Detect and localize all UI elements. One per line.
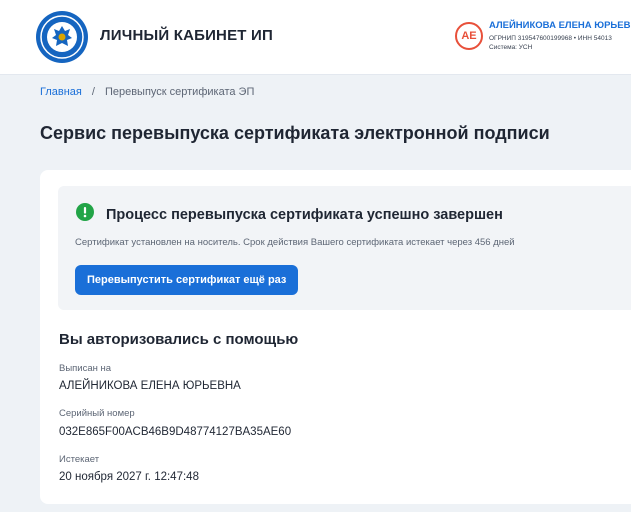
success-title: Процесс перевыпуска сертификата успешно …: [106, 207, 503, 223]
page-title: Сервис перевыпуска сертификата электронн…: [40, 123, 550, 143]
breadcrumb-current: Перевыпуск сертификата ЭП: [104, 86, 255, 98]
issued-to-value: АЛЕЙНИКОВА ЕЛЕНА ЮРЬЕВНА: [59, 380, 241, 392]
auth-section-title: Вы авторизовались с помощью: [59, 331, 299, 348]
user-tax-system: Система: УСН: [489, 44, 533, 51]
header: ЛИЧНЫЙ КАБИНЕТ ИП АЕ АЛЕЙНИКОВА ЕЛЕНА ЮР…: [0, 0, 631, 75]
success-panel: Процесс перевыпуска сертификата успешно …: [58, 186, 631, 310]
app-title: ЛИЧНЫЙ КАБИНЕТ ИП: [100, 27, 273, 44]
expires-label: Истекает: [59, 454, 100, 465]
expires-value: 20 ноября 2027 г. 12:47:48: [59, 471, 199, 483]
user-name[interactable]: АЛЕЙНИКОВА ЕЛЕНА ЮРЬЕВНА: [489, 20, 631, 31]
breadcrumb-home-link[interactable]: Главная: [40, 86, 82, 98]
content-card: Процесс перевыпуска сертификата успешно …: [40, 170, 631, 504]
user-ids: ОГРНИП 319547600199968 • ИНН 54013: [489, 35, 612, 42]
reissue-certificate-button[interactable]: Перевыпустить сертификат ещё раз: [75, 265, 299, 295]
issued-to-label: Выписан на: [59, 363, 112, 374]
user-meta: ОГРНИП 319547600199968 • ИНН 54013 Систе…: [489, 34, 612, 52]
breadcrumb-separator: /: [91, 86, 95, 98]
exclamation-icon: [76, 203, 94, 221]
success-description: Сертификат установлен на носитель. Срок …: [75, 237, 515, 248]
avatar[interactable]: АЕ: [455, 22, 483, 50]
fns-emblem-icon[interactable]: [36, 11, 88, 63]
serial-number-value: 032E865F00ACB46B9D48774127BA35AE60: [59, 426, 292, 438]
breadcrumb: Главная / Перевыпуск сертификата ЭП: [40, 86, 254, 98]
serial-number-label: Серийный номер: [59, 408, 135, 419]
